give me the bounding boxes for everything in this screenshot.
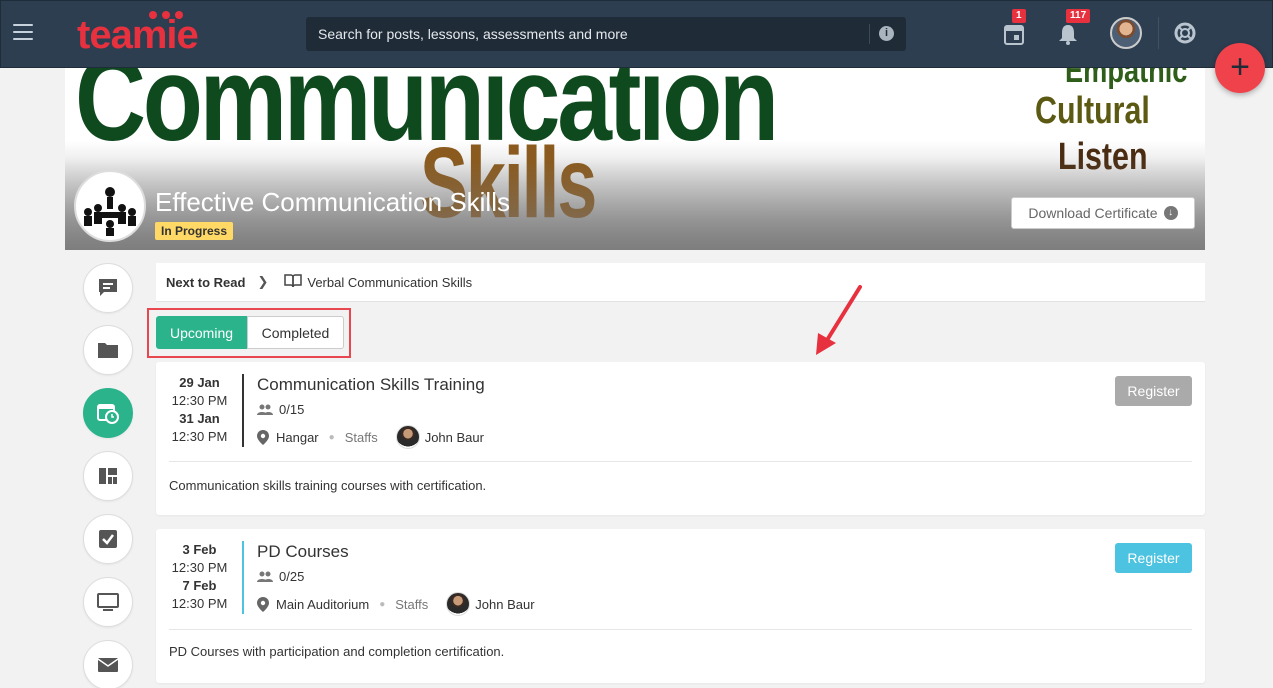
event-location: Hangar	[276, 429, 319, 445]
search-input[interactable]: Search for posts, lessons, assessments a…	[318, 26, 628, 42]
people-icon	[257, 404, 273, 415]
event-end-date: 7 Feb	[182, 578, 217, 593]
logo-dots	[149, 11, 183, 19]
notification-badge: 117	[1066, 9, 1091, 23]
event-date-divider	[242, 374, 244, 447]
next-to-read-label: Next to Read	[166, 274, 246, 290]
bell-icon[interactable]: 117	[1058, 9, 1091, 50]
card-divider	[169, 629, 1192, 630]
event-title[interactable]: PD Courses	[257, 542, 349, 562]
card-divider	[169, 461, 1192, 462]
event-title[interactable]: Communication Skills Training	[257, 375, 485, 395]
banner-word-empathic: Empathic	[1065, 68, 1188, 90]
user-avatar[interactable]	[1110, 17, 1142, 49]
search-bar[interactable]: Search for posts, lessons, assessments a…	[306, 17, 906, 51]
add-fab-button[interactable]: +	[1215, 43, 1265, 93]
download-certificate-label: Download Certificate	[1028, 205, 1158, 221]
event-audience: Staffs	[344, 429, 378, 445]
folder-icon	[98, 343, 118, 358]
event-host[interactable]: John Baur	[475, 597, 534, 612]
event-card: 29 Jan 12:30 PM 31 Jan 12:30 PM Communic…	[156, 362, 1205, 515]
event-audience: Staffs	[395, 596, 429, 612]
topbar-divider	[1158, 17, 1159, 49]
location-pin-icon	[257, 429, 269, 445]
rail-dashboard-button[interactable]	[83, 451, 133, 501]
event-dates: 29 Jan 12:30 PM 31 Jan 12:30 PM	[156, 374, 243, 446]
rail-discussion-button[interactable]	[83, 263, 133, 313]
monitor-icon	[97, 593, 119, 611]
event-end-time: 12:30 PM	[171, 429, 228, 444]
rail-files-button[interactable]	[83, 325, 133, 375]
event-details: Hangar ● Staffs John Baur	[257, 425, 484, 449]
course-logo-image	[74, 170, 146, 242]
status-badge: In Progress	[155, 222, 234, 240]
checkbox-icon	[99, 530, 117, 548]
book-icon	[284, 273, 303, 291]
download-icon: ↓	[1163, 206, 1178, 220]
rail-events-button[interactable]	[83, 388, 133, 438]
tab-completed[interactable]: Completed	[247, 316, 344, 349]
separator-dot: ●	[379, 598, 386, 610]
event-seats-count: 0/15	[279, 402, 305, 417]
event-dates: 3 Feb 12:30 PM 7 Feb 12:30 PM	[156, 541, 243, 613]
calendar-clock-icon	[97, 404, 119, 424]
event-description: Communication skills training courses wi…	[169, 478, 487, 493]
event-start-date: 29 Jan	[179, 375, 220, 390]
course-banner: Communication Skills Empathic Cultural L…	[65, 68, 1205, 250]
event-start-time: 12:30 PM	[171, 393, 228, 408]
rail-tasks-button[interactable]	[83, 514, 133, 564]
app-logo[interactable]: teamie	[77, 15, 199, 55]
host-avatar	[395, 425, 420, 449]
event-seats: 0/25	[257, 569, 304, 584]
next-lesson-link[interactable]: Verbal Communication Skills	[307, 275, 472, 290]
calendar-icon[interactable]: 1	[1004, 9, 1026, 50]
menu-icon[interactable]	[13, 24, 33, 40]
location-pin-icon	[257, 596, 269, 612]
top-navigation-bar: teamie Search for posts, lessons, assess…	[0, 0, 1273, 68]
event-description: PD Courses with participation and comple…	[169, 644, 505, 659]
download-certificate-button[interactable]: Download Certificate ↓	[1011, 197, 1195, 229]
event-seats: 0/15	[257, 402, 304, 417]
tab-upcoming[interactable]: Upcoming	[156, 316, 247, 349]
next-to-read-bar: Next to Read ❯ Verbal Communication Skil…	[156, 263, 1205, 302]
event-date-divider	[242, 541, 244, 614]
event-end-time: 12:30 PM	[171, 596, 228, 611]
search-divider	[869, 24, 870, 44]
rail-lessons-button[interactable]	[83, 577, 133, 627]
help-lifebuoy-icon[interactable]	[1174, 22, 1196, 49]
event-host[interactable]: John Baur	[425, 430, 484, 445]
register-button[interactable]: Register	[1115, 543, 1192, 573]
chat-icon	[99, 279, 117, 296]
event-start-time: 12:30 PM	[171, 560, 228, 575]
rail-messages-button[interactable]	[83, 640, 133, 688]
event-start-date: 3 Feb	[182, 542, 217, 557]
annotation-arrow	[816, 285, 862, 355]
event-details: Main Auditorium ● Staffs John Baur	[257, 592, 535, 616]
chevron-right-icon: ❯	[257, 274, 269, 289]
event-card: 3 Feb 12:30 PM 7 Feb 12:30 PM PD Courses…	[156, 529, 1205, 683]
course-title: Effective Communication Skills	[155, 187, 510, 217]
event-seats-count: 0/25	[279, 569, 305, 584]
info-icon[interactable]: i	[879, 26, 894, 41]
event-location: Main Auditorium	[276, 596, 370, 612]
people-icon	[257, 571, 273, 582]
banner-word-cultural: Cultural	[1035, 90, 1150, 132]
separator-dot: ●	[328, 431, 335, 443]
event-end-date: 31 Jan	[179, 411, 220, 426]
dashboard-icon	[99, 468, 117, 484]
register-button[interactable]: Register	[1115, 376, 1192, 406]
calendar-badge: 1	[1012, 9, 1026, 23]
host-avatar	[446, 592, 471, 616]
mail-icon	[97, 658, 119, 672]
